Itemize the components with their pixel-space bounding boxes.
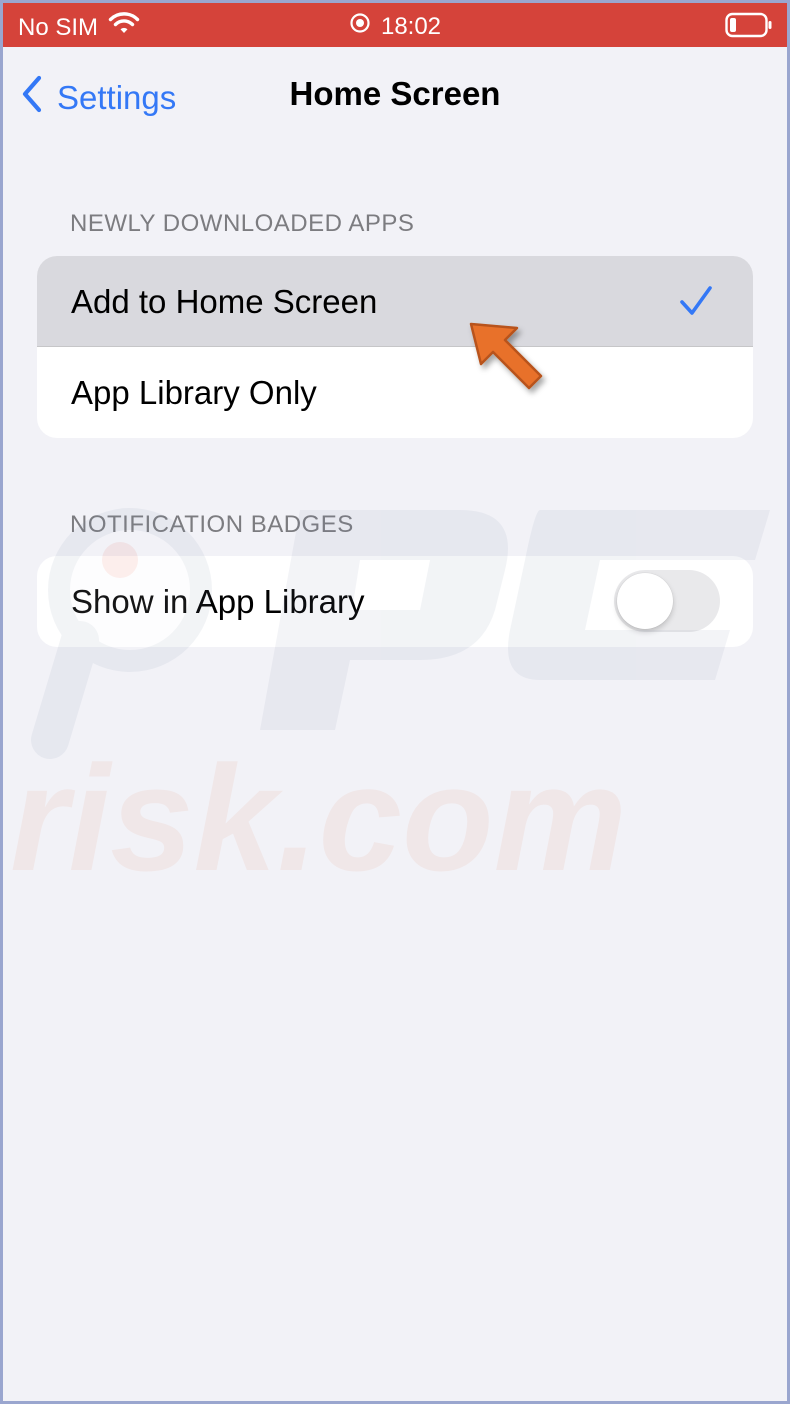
section-header-newly-downloaded: NEWLY DOWNLOADED APPS xyxy=(70,210,415,237)
row-show-in-app-library: Show in App Library xyxy=(37,556,753,647)
newly-downloaded-apps-group: Add to Home Screen App Library Only xyxy=(37,256,753,438)
orange-pointer-arrow-icon xyxy=(465,318,555,413)
status-bar: No SIM 18:02 xyxy=(3,3,787,47)
show-in-app-library-toggle[interactable] xyxy=(614,570,720,632)
toggle-knob xyxy=(617,573,673,629)
location-icon xyxy=(349,12,371,41)
battery-icon xyxy=(725,12,773,45)
option-label: Add to Home Screen xyxy=(71,282,378,320)
notification-badges-group: Show in App Library xyxy=(37,556,753,647)
toggle-label: Show in App Library xyxy=(71,582,365,620)
pcrisk-watermark: risk.com xyxy=(0,490,790,910)
navigation-bar: Settings Home Screen xyxy=(3,47,787,143)
checkmark-icon xyxy=(679,284,713,326)
clock: 18:02 xyxy=(380,12,442,40)
section-header-notification-badges: NOTIFICATION BADGES xyxy=(70,511,354,538)
watermark-text: risk.com xyxy=(10,734,627,902)
option-label: App Library Only xyxy=(71,373,317,411)
option-add-to-home-screen[interactable]: Add to Home Screen xyxy=(37,256,753,347)
status-center: 18:02 xyxy=(3,12,787,41)
option-app-library-only[interactable]: App Library Only xyxy=(37,347,753,438)
page-title: Home Screen xyxy=(289,75,501,112)
watermark-text-label: risk.com xyxy=(10,734,627,902)
